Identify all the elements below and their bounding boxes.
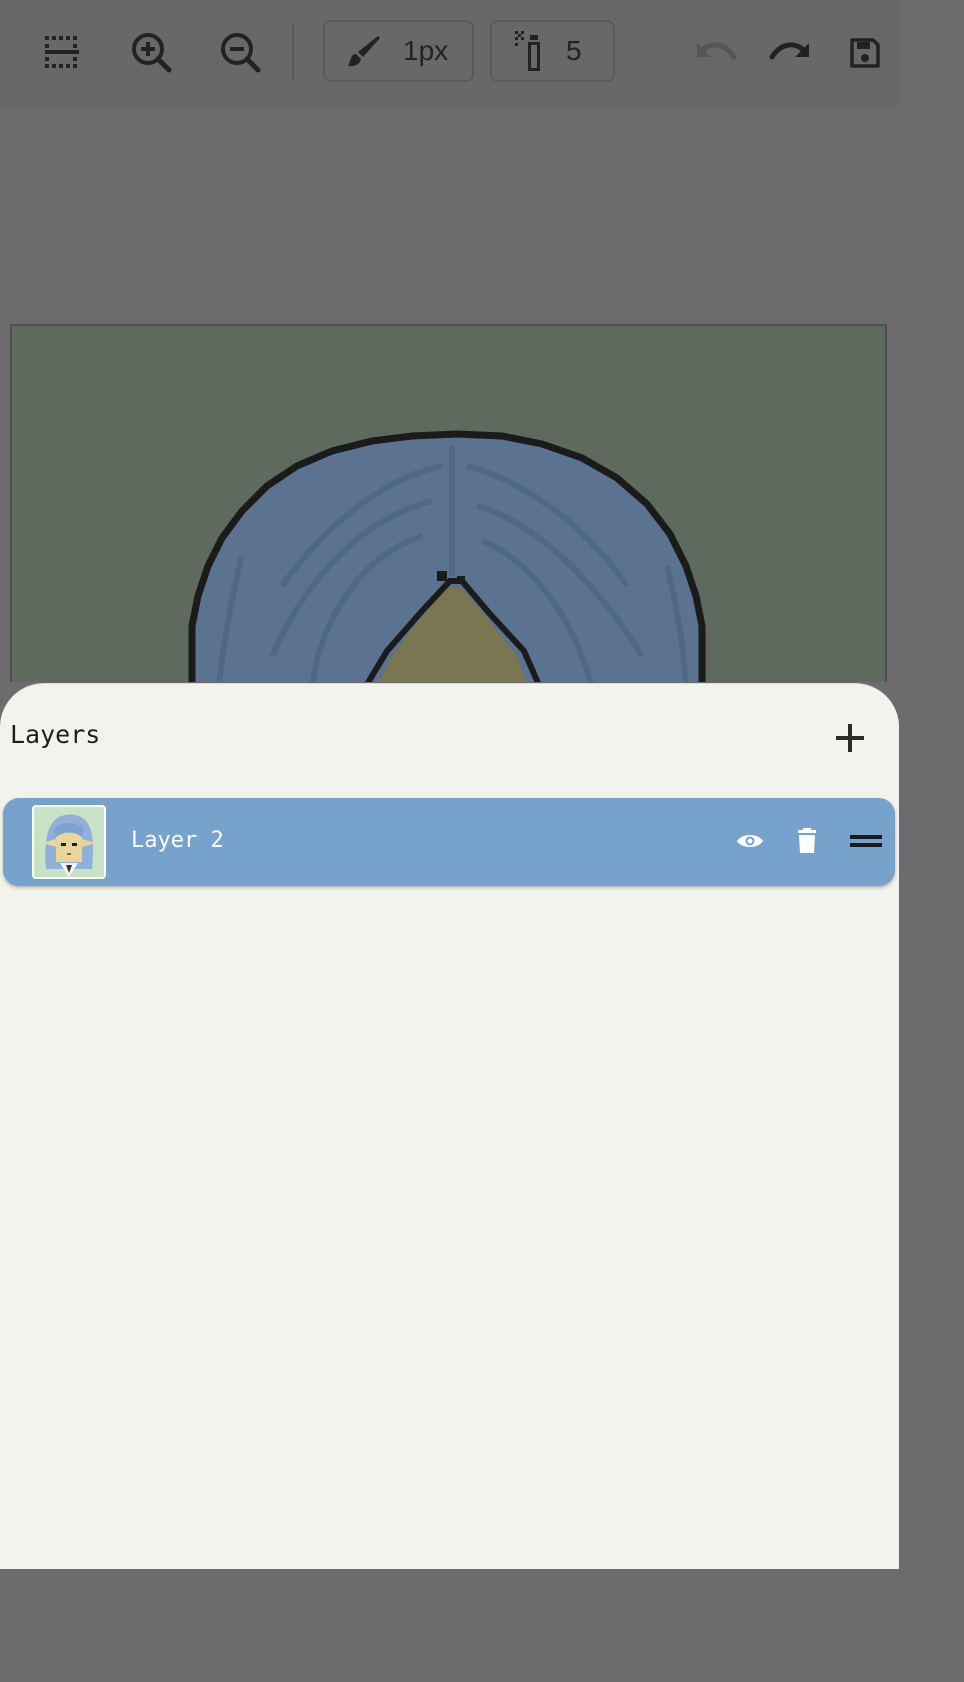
trash-icon[interactable] [795,826,819,856]
layers-panel-title: Layers [10,720,101,749]
add-layer-button[interactable] [832,720,868,756]
zoom-out-icon[interactable] [218,30,262,74]
layer-row[interactable]: Layer 2 [3,798,895,886]
layers-panel: Layers Layer 2 [0,683,899,1569]
layer-thumbnail [32,805,106,879]
drag-handle-icon[interactable] [849,826,883,856]
brush-icon [345,33,381,69]
grid-toggle-icon[interactable] [42,32,82,72]
redo-icon[interactable] [768,34,812,70]
save-icon[interactable] [847,35,883,71]
undo-icon[interactable] [694,34,738,70]
brush-size-label: 1px [403,35,449,66]
canvas-area[interactable] [0,107,899,682]
drawing-canvas[interactable] [10,324,887,682]
eye-icon[interactable] [735,826,765,856]
pixel-artwork [188,430,706,682]
spray-icon [512,29,548,73]
toolbar-divider [292,25,294,79]
top-toolbar: 1px 5 [0,0,899,107]
plus-icon [836,724,864,752]
spray-amount-label: 5 [566,35,582,66]
layer-name: Layer 2 [131,828,224,853]
spray-amount-button[interactable]: 5 [490,20,615,82]
brush-size-button[interactable]: 1px [323,20,474,82]
zoom-in-icon[interactable] [129,30,173,74]
